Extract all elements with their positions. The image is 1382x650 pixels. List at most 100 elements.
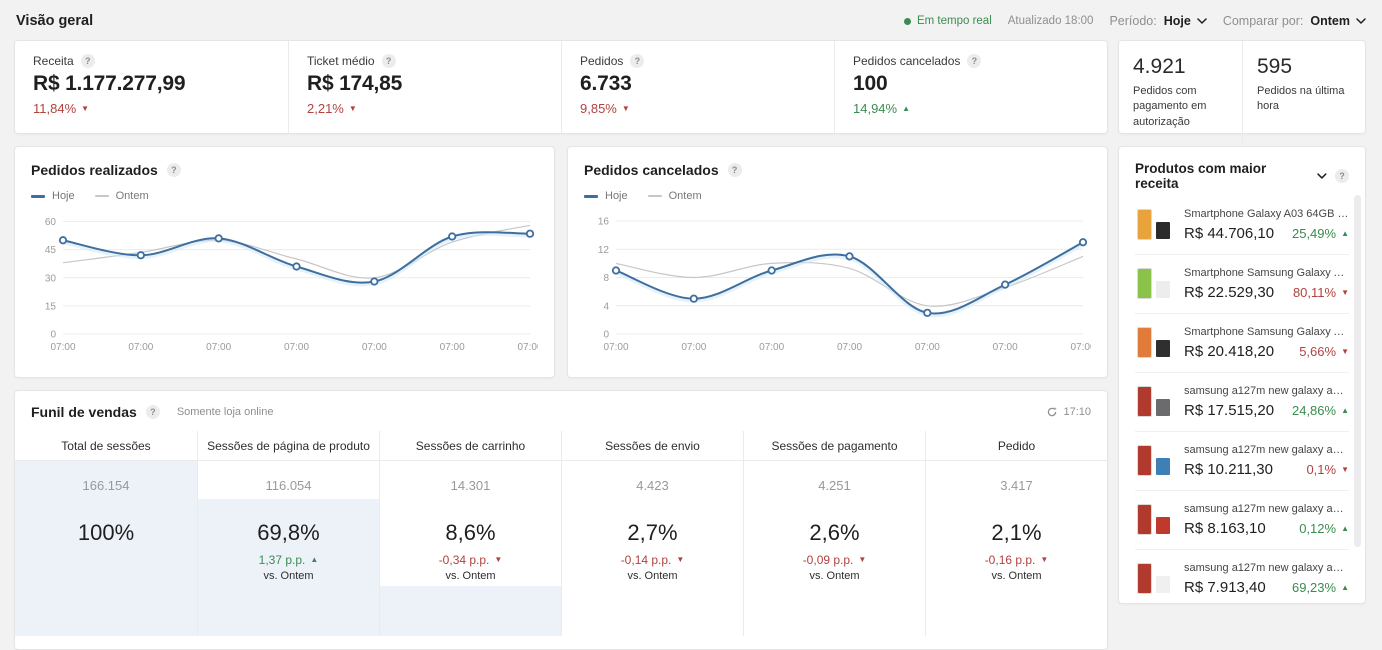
product-list-item[interactable]: samsung a127m new galaxy a12 64gb… R$ 8.1… (1135, 490, 1349, 549)
product-change: 5,66%▼ (1299, 344, 1349, 359)
funnel-percentage: 100% (15, 520, 197, 546)
funnel-vs-label: vs. Ontem (744, 570, 925, 582)
product-thumbnail (1135, 442, 1173, 480)
product-list-item[interactable]: Smartphone Samsung Galaxy A32 12…R$ 20.4… (1135, 313, 1349, 372)
product-thumbnail (1135, 383, 1173, 421)
product-info: samsung a127m new galaxy a12 64gb… R$ 8.1… (1184, 503, 1349, 537)
funnel-column-1: Total de sessões166.154100% (15, 431, 197, 636)
funnel-column-header: Sessões de envio (562, 431, 743, 461)
svg-text:07:00: 07:00 (284, 342, 309, 353)
compare-select[interactable]: Ontem (1310, 14, 1366, 28)
funnel-column-body: 4.4232,7%-0,14 p.p.▼vs. Ontem (562, 461, 743, 636)
triangle-down-icon: ▼ (1341, 289, 1349, 297)
help-icon[interactable]: ? (728, 163, 742, 177)
help-icon[interactable]: ? (967, 54, 981, 68)
funnel-subtitle: Somente loja online (177, 406, 274, 418)
vertical-scrollbar[interactable] (1354, 195, 1361, 547)
help-icon[interactable]: ? (167, 163, 181, 177)
kpi-pedidos: Pedidos?6.7339,85%▼ (561, 41, 834, 133)
kpi-change: 14,94%▲ (853, 101, 1089, 116)
product-name: samsung a127m new galaxy a12 64gb… (1184, 385, 1349, 397)
product-list-item[interactable]: Smartphone Samsung Galaxy A22 12…R$ 22.5… (1135, 254, 1349, 313)
period-control: Período: Hoje (1109, 14, 1206, 28)
kpi-label-text: Receita (33, 54, 74, 68)
product-thumbnail (1135, 324, 1173, 362)
chart-title: Pedidos realizados? (31, 162, 538, 178)
chart-legend: Hoje Ontem (31, 190, 538, 202)
funnel-column-body: 116.05469,8%1,37 p.p.▲vs. Ontem (198, 461, 379, 636)
legend-item-hoje[interactable]: Hoje (584, 190, 628, 202)
help-icon[interactable]: ? (146, 405, 160, 419)
triangle-down-icon: ▼ (1341, 466, 1349, 474)
refresh-control[interactable]: 17:10 (1046, 406, 1091, 418)
help-icon[interactable]: ? (382, 54, 396, 68)
funnel-column-body: 14.3018,6%-0,34 p.p.▼vs. Ontem (380, 461, 561, 636)
product-thumbnail (1135, 501, 1173, 539)
page-title: Visão geral (16, 13, 93, 29)
svg-text:0: 0 (50, 330, 56, 341)
funnel-column-2: Sessões de página de produto116.05469,8%… (197, 431, 379, 636)
funnel-table: Total de sessões166.154100%Sessões de pá… (15, 431, 1107, 636)
svg-text:07:00: 07:00 (50, 342, 75, 353)
funnel-sessions-count: 166.154 (15, 461, 197, 493)
funnel-column-body: 3.4172,1%-0,16 p.p.▼vs. Ontem (926, 461, 1107, 636)
product-list-item[interactable]: Smartphone Galaxy A03 64GB 4G Wi-…R$ 44.… (1135, 196, 1349, 254)
realtime-label: Em tempo real (917, 15, 992, 27)
kpi-label: Receita? (33, 54, 270, 68)
refresh-icon (1046, 406, 1058, 418)
funnel-percentage: 2,6% (744, 520, 925, 546)
kpi-label: Pedidos cancelados? (853, 54, 1089, 68)
product-thumbnail (1135, 560, 1173, 598)
chevron-down-icon (1356, 18, 1366, 24)
chart-title: Pedidos cancelados? (584, 162, 1091, 178)
funnel-vs-label: vs. Ontem (926, 570, 1107, 582)
funnel-percentage: 2,1% (926, 520, 1107, 546)
line-chart-pedidos-realizados: 01530456007:0007:0007:0007:0007:0007:000… (31, 206, 538, 356)
period-select[interactable]: Hoje (1164, 14, 1207, 28)
product-price-row: R$ 7.913,4069,23%▲ (1184, 579, 1349, 596)
svg-text:07:00: 07:00 (915, 342, 940, 353)
compare-value: Ontem (1310, 14, 1350, 28)
triangle-up-icon: ▲ (1341, 230, 1349, 238)
svg-text:8: 8 (603, 273, 609, 284)
chart-card-pedidos-cancelados: Pedidos cancelados?HojeOntem048121607:00… (567, 146, 1108, 378)
funnel-sessions-count: 4.251 (744, 461, 925, 493)
svg-text:07:00: 07:00 (517, 342, 538, 353)
funnel-percentage: 2,7% (562, 520, 743, 546)
funnel-column-body: 4.2512,6%-0,09 p.p.▼vs. Ontem (744, 461, 925, 636)
svg-text:4: 4 (603, 301, 609, 312)
svg-text:07:00: 07:00 (681, 342, 706, 353)
kpi-ticket-m-dio: Ticket médio?R$ 174,852,21%▼ (288, 41, 561, 133)
funnel-sessions-count: 3.417 (926, 461, 1107, 493)
legend-item-hoje[interactable]: Hoje (31, 190, 75, 202)
legend-item-ontem[interactable]: Ontem (648, 190, 702, 202)
kpi-change-value: 9,85% (580, 101, 617, 116)
chevron-down-icon[interactable] (1317, 173, 1327, 179)
legend-item-ontem[interactable]: Ontem (95, 190, 149, 202)
funnel-column-header: Sessões de página de produto (198, 431, 379, 461)
product-revenue: R$ 17.515,20 (1184, 402, 1274, 419)
product-list-item[interactable]: samsung a127m new galaxy a12 64gb… R$ 17.… (1135, 372, 1349, 431)
triangle-up-icon: ▲ (1341, 584, 1349, 592)
product-name: samsung a127m new galaxy a12 64gb… (1184, 562, 1349, 574)
product-list: Smartphone Galaxy A03 64GB 4G Wi-…R$ 44.… (1135, 196, 1349, 604)
product-info: samsung a127m new galaxy a12 64gb… R$ 17.… (1184, 385, 1349, 419)
funnel-change: -0,34 p.p.▼ (380, 553, 561, 567)
phone-image-shape (1137, 209, 1152, 240)
legend-swatch (584, 195, 598, 198)
help-icon[interactable]: ? (630, 54, 644, 68)
help-icon[interactable]: ? (81, 54, 95, 68)
side-stat: 4.921Pedidos com pagamento em autorizaçã… (1119, 41, 1242, 144)
product-list-item[interactable]: samsung a127m new galaxy a12 64gb… R$ 7.9… (1135, 549, 1349, 604)
product-list-item[interactable]: samsung a127m new galaxy a12 64gb…R$ 10.… (1135, 431, 1349, 490)
funnel-change: -0,14 p.p.▼ (562, 553, 743, 567)
help-icon[interactable]: ? (1335, 169, 1349, 183)
svg-text:07:00: 07:00 (1070, 342, 1091, 353)
triangle-up-icon: ▲ (310, 556, 318, 564)
product-name: samsung a127m new galaxy a12 64gb… (1184, 503, 1349, 515)
kpi-receita: Receita?R$ 1.177.277,9911,84%▼ (15, 41, 288, 133)
funnel-change-value: 1,37 p.p. (259, 553, 306, 567)
product-price-row: R$ 8.163,100,12%▲ (1184, 520, 1349, 537)
funnel-change-value: -0,16 p.p. (985, 553, 1036, 567)
product-change-value: 25,49% (1292, 226, 1336, 241)
